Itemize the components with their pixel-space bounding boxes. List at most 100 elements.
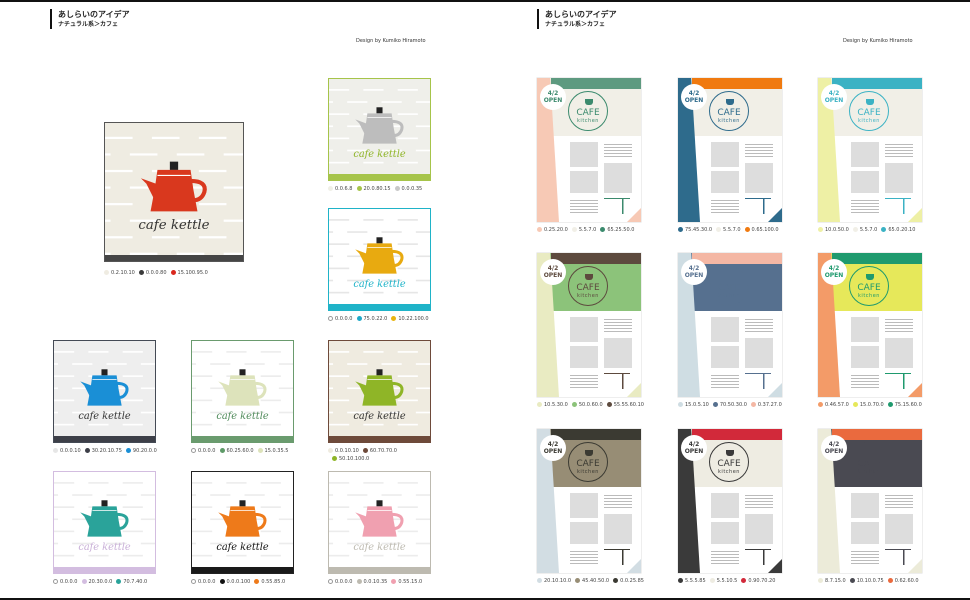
stripe [260, 530, 281, 533]
text-lines [570, 375, 598, 389]
color-swatch [328, 578, 333, 584]
stripe [397, 161, 418, 164]
color-value: 10.22.100.0 [398, 316, 429, 322]
photo-placeholder [851, 142, 879, 167]
text-lines [745, 495, 773, 509]
logo-cafe: CAFE [576, 283, 600, 293]
color-value: 0.0.0.0 [60, 579, 78, 585]
logo-kitchen: kitchen [858, 293, 880, 299]
badge-date: 4/2 [688, 265, 700, 272]
photo-placeholder [745, 514, 773, 544]
color-value: 70.50.30.0 [719, 402, 747, 408]
stripe [54, 554, 75, 557]
photo-placeholder [745, 338, 773, 368]
color-value: 0.62.60.0 [894, 578, 919, 584]
logo-cafe: CAFE [717, 108, 741, 118]
stripe [397, 219, 418, 221]
cup-icon [726, 99, 734, 105]
color-swatch [678, 401, 683, 407]
color-swatch [356, 185, 362, 191]
stripe [122, 351, 143, 353]
color-legend: 0.0.0.0 0.0.0.100 0.55.85.0 [191, 578, 285, 586]
color-bar [329, 174, 430, 180]
color-value: 0.0.0.0 [198, 448, 216, 454]
text-lines [851, 200, 879, 214]
color-bar [54, 567, 155, 573]
kettle-label: cafe kettle [138, 218, 210, 234]
photo-placeholder [711, 171, 739, 193]
color-swatch [571, 401, 577, 407]
color-value: 8.7.15.0 [825, 578, 846, 584]
photo-placeholder [570, 317, 598, 342]
stripe [260, 506, 281, 508]
stripe [397, 530, 418, 533]
color-value: 0.0.10.35 [363, 579, 388, 585]
color-legend: 20.10.10.0 45.40.50.0 0.0.25.85 [537, 577, 644, 585]
color-value: 0.0.0.80 [145, 270, 167, 276]
stripe [72, 494, 93, 496]
color-bar [329, 304, 430, 310]
text-lines [851, 551, 879, 565]
kettle-illustration [329, 219, 430, 306]
color-swatch [138, 269, 144, 275]
logo-cafe: CAFE [576, 459, 600, 469]
stripe [106, 363, 127, 365]
stripe [397, 506, 418, 508]
color-swatch [53, 447, 58, 453]
stripe [329, 243, 350, 245]
badge-open: OPEN [824, 448, 844, 455]
badge-date: 4/2 [828, 90, 840, 97]
color-legend: 0.0.0.0 0.0.10.35 0.55.15.0 [328, 578, 422, 586]
color-swatch [257, 447, 263, 453]
color-legend: 5.5.5.85 5.5.10.5 0.90.70.20 [678, 577, 775, 585]
color-value: 65.25.50.0 [607, 227, 635, 233]
text-lines [711, 551, 739, 565]
stripe [151, 236, 180, 239]
stripe [329, 387, 334, 390]
stripe [415, 518, 430, 521]
cup-icon [726, 450, 734, 456]
badge-date: 4/2 [547, 265, 559, 272]
color-value: 0.0.10.10 [335, 448, 359, 454]
badge-date: 4/2 [547, 441, 559, 448]
color-swatch [328, 315, 333, 321]
color-value: 0.90.70.20 [748, 578, 776, 584]
stripe [397, 243, 418, 245]
photo-placeholder [851, 171, 879, 193]
cup-icon [866, 274, 874, 280]
cafe-logo: CAFE kitchen [709, 442, 749, 482]
color-value: 20.10.10.0 [544, 578, 572, 584]
stripe [415, 255, 430, 258]
stripe [278, 494, 293, 496]
stripe [226, 423, 247, 426]
stripe [122, 482, 143, 484]
color-value: 5.5.7.0 [578, 227, 597, 233]
photo-placeholder [711, 346, 739, 368]
logo-kitchen: kitchen [577, 469, 599, 475]
color-swatch [104, 269, 109, 275]
color-value: 10.10.0.75 [856, 578, 884, 584]
cafe-logo: CAFE kitchen [568, 266, 608, 306]
color-value: 65.0.20.10 [888, 227, 916, 233]
logo-kitchen: kitchen [858, 469, 880, 475]
color-legend: 8.7.15.0 10.10.0.75 0.62.60.0 [818, 577, 919, 585]
kettle-label: cafe kettle [216, 542, 269, 554]
kettle-illustration [54, 351, 155, 438]
color-swatch [356, 578, 362, 584]
stripe [363, 161, 384, 164]
color-value: 50.10.100.0 [339, 456, 370, 462]
cafe-logo: CAFE kitchen [709, 266, 749, 306]
kettle-card: cafe kettle [328, 78, 431, 181]
photo-placeholder [711, 317, 739, 342]
text-lines [711, 200, 739, 214]
color-value: 0.0.0.35 [401, 186, 423, 192]
stripe [329, 351, 350, 353]
color-swatch [606, 401, 612, 407]
text-lines [604, 319, 632, 333]
badge-open: OPEN [543, 448, 563, 455]
color-legend: 0.25.20.0 5.5.7.0 65.25.50.0 [537, 226, 634, 234]
color-value: 75.15.60.0 [894, 402, 922, 408]
color-swatch [116, 578, 122, 584]
text-lines [885, 144, 913, 158]
stripe [329, 518, 334, 521]
